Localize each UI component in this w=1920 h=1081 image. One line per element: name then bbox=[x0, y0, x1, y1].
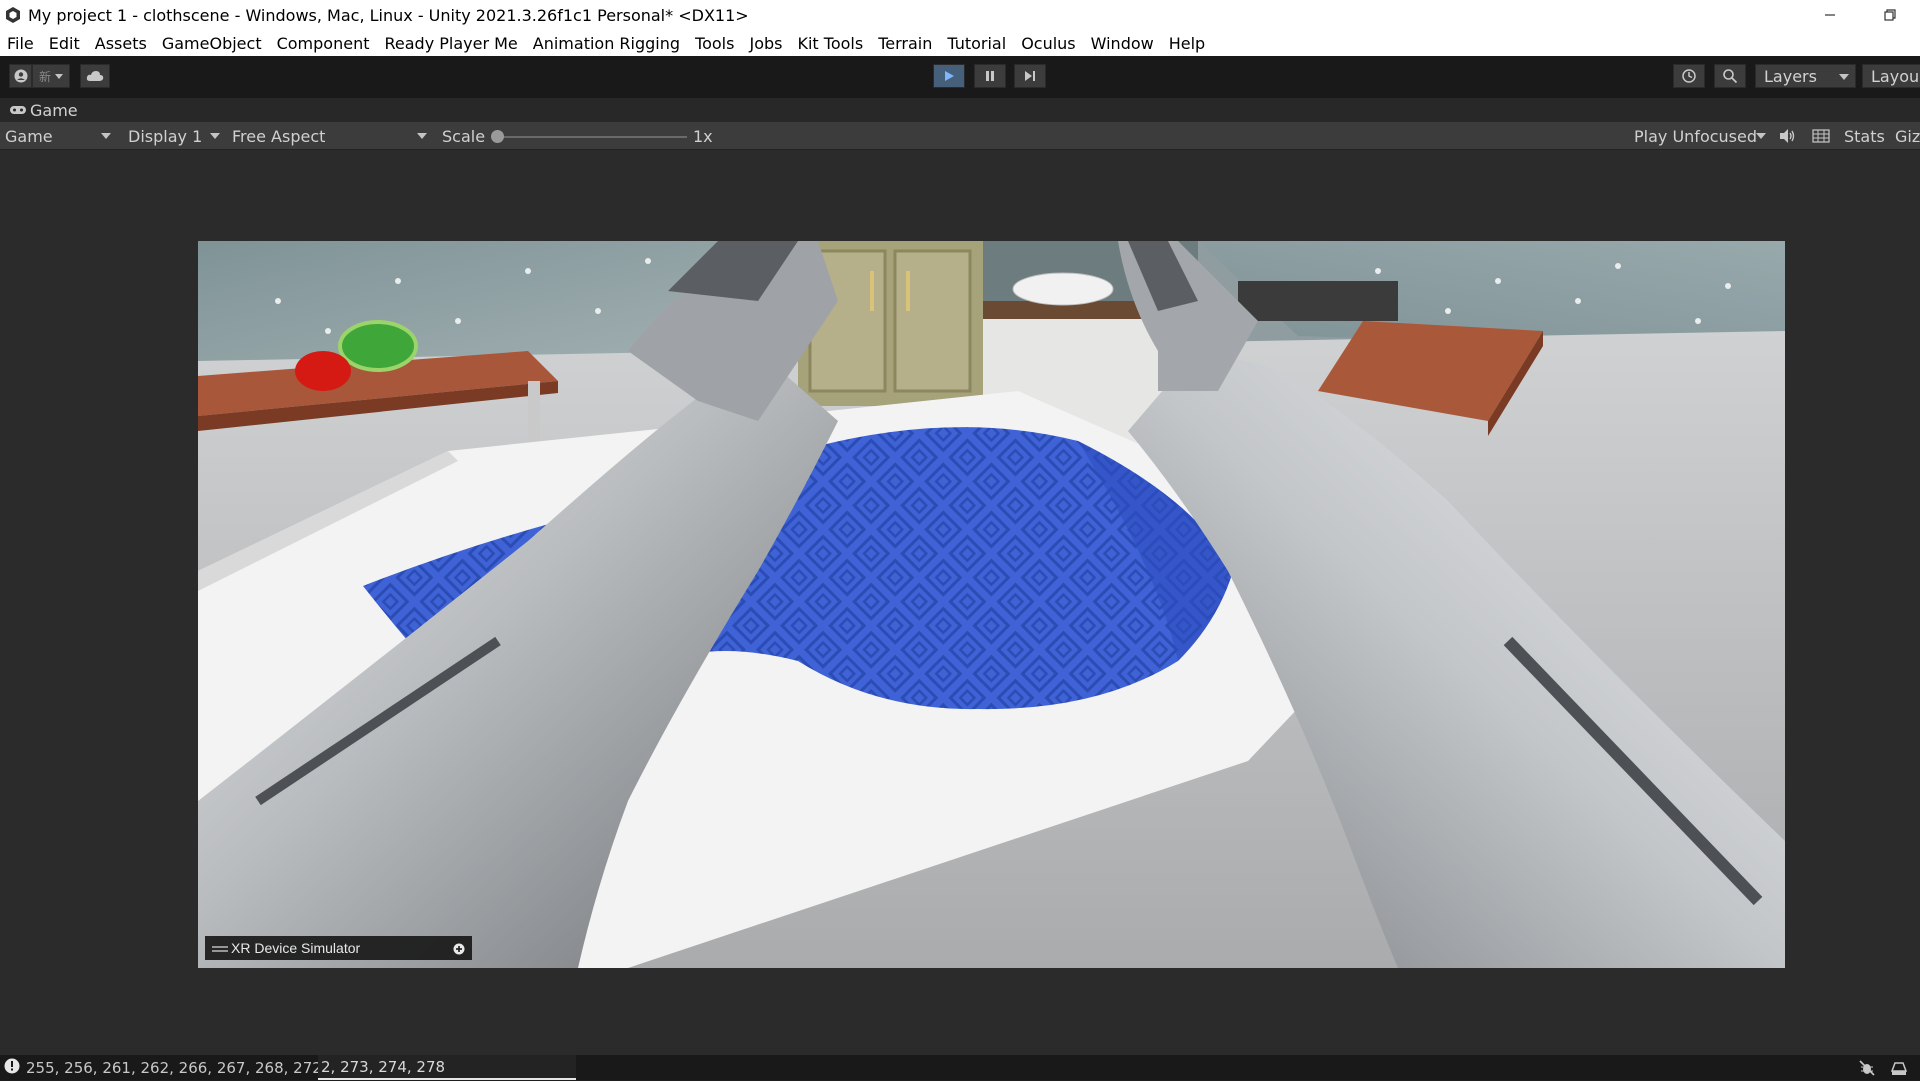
chevron-down-icon bbox=[1839, 74, 1849, 80]
game-view-toolbar: Game Display 1 Free Aspect Scale 1x Play… bbox=[0, 122, 1920, 150]
menu-kit-tools[interactable]: Kit Tools bbox=[797, 34, 863, 53]
menu-terrain[interactable]: Terrain bbox=[878, 34, 932, 53]
tab-game[interactable]: Game bbox=[0, 101, 78, 120]
window-title: My project 1 - clothscene - Windows, Mac… bbox=[28, 5, 749, 25]
scale-label: Scale bbox=[442, 127, 486, 146]
stats-button[interactable]: Stats bbox=[1844, 127, 1885, 146]
chevron-down-icon bbox=[1756, 133, 1766, 139]
xr-device-simulator-panel[interactable]: XR Device Simulator bbox=[205, 936, 472, 960]
play-icon bbox=[945, 71, 954, 81]
menu-oculus[interactable]: Oculus bbox=[1021, 34, 1075, 53]
game-tab-bar: Game bbox=[0, 98, 1920, 122]
history-icon bbox=[1682, 69, 1696, 83]
pause-icon bbox=[986, 71, 994, 81]
status-tooltip: 2, 273, 274, 278 bbox=[318, 1055, 576, 1080]
xr-simulator-label: XR Device Simulator bbox=[231, 940, 361, 956]
menu-gameobject[interactable]: GameObject bbox=[162, 34, 262, 53]
menu-jobs[interactable]: Jobs bbox=[749, 34, 782, 53]
mute-audio-button[interactable] bbox=[1779, 128, 1797, 148]
search-button[interactable] bbox=[1714, 64, 1746, 88]
minimize-button[interactable] bbox=[1800, 0, 1860, 30]
aspect-label: Free Aspect bbox=[232, 126, 326, 146]
collab-dropdown[interactable]: 新 bbox=[32, 64, 70, 88]
display-label: Display 1 bbox=[128, 126, 203, 146]
drag-handle-icon[interactable] bbox=[212, 940, 228, 956]
display-dropdown[interactable]: Display 1 bbox=[124, 124, 224, 148]
menu-bar: File Edit Assets GameObject Component Re… bbox=[0, 30, 1920, 56]
info-icon bbox=[4, 1058, 20, 1078]
speaker-icon bbox=[1780, 129, 1795, 143]
menu-file[interactable]: File bbox=[7, 34, 34, 53]
play-button[interactable] bbox=[933, 64, 965, 88]
menu-help[interactable]: Help bbox=[1169, 34, 1205, 53]
scale-value: 1x bbox=[693, 127, 713, 146]
menu-assets[interactable]: Assets bbox=[95, 34, 147, 53]
chevron-down-icon bbox=[101, 133, 111, 139]
menu-window[interactable]: Window bbox=[1091, 34, 1154, 53]
minimize-icon bbox=[1825, 14, 1835, 16]
search-icon bbox=[1723, 69, 1738, 84]
chevron-down-icon bbox=[417, 133, 427, 139]
view-mode-dropdown[interactable]: Game bbox=[0, 124, 115, 148]
main-toolbar: 新 Layers Layou bbox=[0, 56, 1920, 98]
undo-history-button[interactable] bbox=[1673, 64, 1705, 88]
layout-dropdown[interactable]: Layou bbox=[1862, 64, 1920, 88]
scene-render bbox=[198, 241, 1785, 968]
layers-label: Layers bbox=[1764, 66, 1817, 86]
scale-slider-track[interactable] bbox=[497, 136, 687, 138]
cloud-button[interactable] bbox=[80, 64, 110, 88]
pause-button[interactable] bbox=[974, 64, 1006, 88]
layers-dropdown[interactable]: Layers bbox=[1755, 64, 1856, 88]
cloud-icon bbox=[86, 71, 104, 81]
play-mode-dropdown[interactable]: Play Unfocused bbox=[1630, 124, 1770, 148]
account-icon bbox=[14, 69, 27, 83]
window-titlebar: My project 1 - clothscene - Windows, Mac… bbox=[0, 0, 1920, 30]
menu-tools[interactable]: Tools bbox=[695, 34, 734, 53]
game-render-view[interactable] bbox=[198, 241, 1785, 968]
unity-logo-icon bbox=[3, 5, 23, 25]
menu-animation-rigging[interactable]: Animation Rigging bbox=[533, 34, 680, 53]
restore-icon bbox=[1884, 9, 1896, 21]
menu-tutorial[interactable]: Tutorial bbox=[947, 34, 1006, 53]
expand-icon[interactable] bbox=[453, 942, 465, 958]
menu-component[interactable]: Component bbox=[277, 34, 370, 53]
restore-button[interactable] bbox=[1860, 0, 1920, 30]
chevron-down-icon bbox=[210, 133, 220, 139]
collab-icon: 新 bbox=[38, 69, 51, 84]
status-bar: 255, 256, 261, 262, 266, 267, 268, 272, … bbox=[0, 1055, 1920, 1080]
gizmos-button[interactable]: Giz bbox=[1895, 127, 1920, 146]
tab-game-label: Game bbox=[30, 100, 78, 120]
account-button[interactable] bbox=[9, 64, 32, 88]
step-button[interactable] bbox=[1014, 64, 1046, 88]
status-message[interactable]: 255, 256, 261, 262, 266, 267, 268, 272, … bbox=[26, 1059, 341, 1077]
grid-icon bbox=[1812, 129, 1830, 143]
scale-slider-handle[interactable] bbox=[491, 130, 504, 143]
notification-icon[interactable] bbox=[1890, 1059, 1908, 1081]
grid-toggle-button[interactable] bbox=[1812, 128, 1830, 148]
play-mode-label: Play Unfocused bbox=[1634, 126, 1757, 146]
view-mode-label: Game bbox=[5, 126, 53, 146]
layout-label: Layou bbox=[1871, 66, 1920, 86]
menu-ready-player-me[interactable]: Ready Player Me bbox=[384, 34, 517, 53]
gamepad-icon bbox=[10, 106, 26, 114]
debug-bug-icon[interactable] bbox=[1858, 1059, 1876, 1081]
menu-edit[interactable]: Edit bbox=[49, 34, 80, 53]
step-icon bbox=[1025, 71, 1035, 81]
aspect-dropdown[interactable]: Free Aspect bbox=[228, 124, 431, 148]
